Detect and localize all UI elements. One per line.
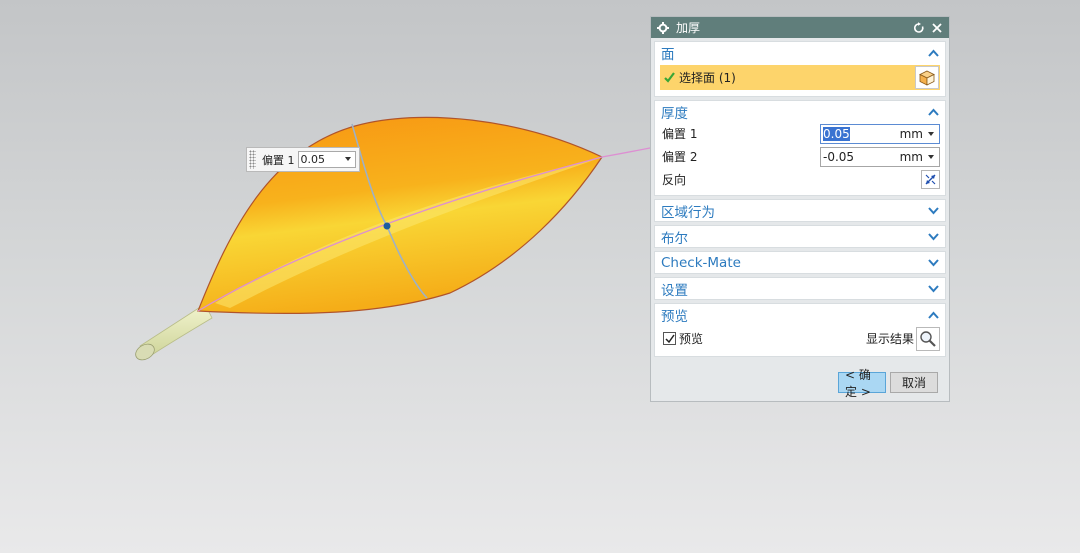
cube-select-icon[interactable] <box>915 66 939 89</box>
drag-grip-icon[interactable] <box>249 150 256 169</box>
offset1-input[interactable]: 0.05 mm <box>820 123 940 144</box>
preview-title: 预览 <box>661 308 688 325</box>
chevron-down-icon[interactable] <box>928 258 939 267</box>
floating-offset-label: 偏置 1 <box>262 153 295 167</box>
offset2-row: 偏置 2 -0.05 mm <box>660 145 940 168</box>
offset1-value-text: 0.05 <box>823 126 850 141</box>
close-icon[interactable] <box>931 22 943 34</box>
reverse-row: 反向 <box>660 168 940 191</box>
thickness-section-header[interactable]: 厚度 <box>655 101 945 122</box>
boolean-section: 布尔 <box>654 225 946 248</box>
settings-section: 设置 <box>654 277 946 300</box>
thicken-dialog: 加厚 面 选择面 (1) 厚度 偏置 1 0.05 mm 偏置 2 -0.05 … <box>650 16 950 402</box>
preview-checkbox-label: 预览 <box>679 332 704 346</box>
settings-title: 设置 <box>661 282 688 299</box>
checkmark-icon <box>664 72 675 83</box>
thickness-section-title: 厚度 <box>661 105 688 122</box>
face-section-header[interactable]: 面 <box>655 42 945 63</box>
chevron-up-icon[interactable] <box>928 49 939 57</box>
face-section: 面 选择面 (1) <box>654 41 946 97</box>
offset2-input[interactable]: -0.05 mm <box>820 146 940 167</box>
dropdown-arrow-icon[interactable] <box>344 157 351 161</box>
ok-button[interactable]: < 确定 > <box>838 368 886 399</box>
show-result-label: 显示结果 <box>865 332 914 346</box>
floating-offset-value[interactable]: 0.05 <box>297 151 356 168</box>
gear-icon[interactable] <box>657 21 669 34</box>
chevron-down-icon[interactable] <box>928 284 939 293</box>
leaf-stem <box>135 303 213 361</box>
region-behavior-header[interactable]: 区域行为 <box>655 200 945 221</box>
offset1-label: 偏置 1 <box>662 127 698 141</box>
checkmate-section: Check-Mate <box>654 251 946 274</box>
thickness-section: 厚度 偏置 1 0.05 mm 偏置 2 -0.05 mm 反向 <box>654 100 946 196</box>
offset-handle-point[interactable] <box>383 222 391 230</box>
boolean-header[interactable]: 布尔 <box>655 226 945 247</box>
reverse-label: 反向 <box>662 173 687 187</box>
preview-row: 预览 显示结果 <box>660 325 940 352</box>
chevron-up-icon[interactable] <box>928 108 939 116</box>
checkmate-header[interactable]: Check-Mate <box>655 252 945 273</box>
reset-icon[interactable] <box>913 21 925 34</box>
region-behavior-section: 区域行为 <box>654 199 946 222</box>
chevron-up-icon[interactable] <box>928 311 939 319</box>
select-face-row[interactable]: 选择面 (1) <box>660 65 940 90</box>
reverse-direction-icon[interactable] <box>921 170 940 189</box>
preview-header[interactable]: 预览 <box>655 304 945 325</box>
cancel-button[interactable]: 取消 <box>890 372 938 393</box>
region-behavior-title: 区域行为 <box>661 204 715 221</box>
offset1-row: 偏置 1 0.05 mm <box>660 122 940 145</box>
dialog-buttons: < 确定 > 取消 <box>838 368 938 399</box>
settings-header[interactable]: 设置 <box>655 278 945 299</box>
chevron-down-icon[interactable] <box>928 206 939 215</box>
offset2-label: 偏置 2 <box>662 150 698 164</box>
offset1-value: 0.05 <box>821 126 887 141</box>
checkmate-title: Check-Mate <box>661 254 741 271</box>
preview-section: 预览 预览 显示结果 <box>654 303 946 357</box>
floating-offset-input[interactable]: 偏置 1 0.05 <box>246 147 360 172</box>
floating-offset-text: 0.05 <box>300 153 326 166</box>
magnifier-icon[interactable] <box>916 326 940 351</box>
dialog-title: 加厚 <box>676 21 701 35</box>
select-face-label: 选择面 (1) <box>679 71 736 85</box>
face-section-title: 面 <box>661 46 675 63</box>
dropdown-arrow-icon[interactable] <box>928 154 934 159</box>
chevron-down-icon[interactable] <box>928 232 939 241</box>
boolean-title: 布尔 <box>661 230 688 247</box>
dropdown-arrow-icon[interactable] <box>928 131 934 136</box>
preview-checkbox[interactable] <box>663 332 676 345</box>
dialog-titlebar[interactable]: 加厚 <box>651 17 949 38</box>
offset2-value: -0.05 <box>823 149 855 164</box>
